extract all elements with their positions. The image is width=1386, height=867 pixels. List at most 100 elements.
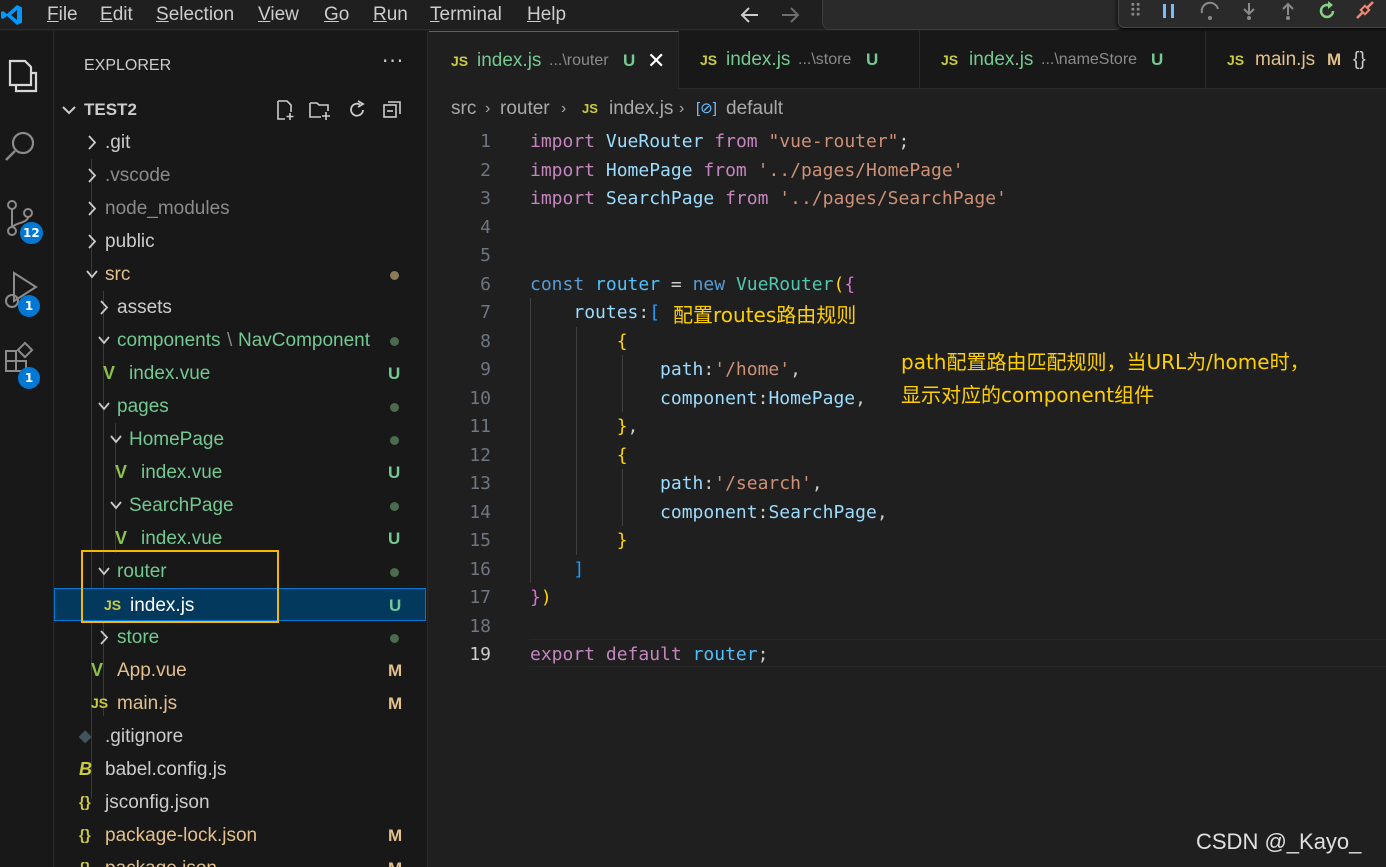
- tree-item-src[interactable]: src: [54, 258, 426, 291]
- drag-handle-icon[interactable]: ⠿: [1129, 1, 1142, 22]
- new-file-icon[interactable]: [274, 99, 296, 121]
- menu-edit[interactable]: Edit: [100, 4, 133, 26]
- code-line: const router = new VueRouter({: [530, 273, 856, 295]
- collapse-all-icon[interactable]: [381, 99, 403, 121]
- tree-item-git[interactable]: .git: [54, 126, 426, 159]
- menu-file[interactable]: File: [47, 4, 78, 26]
- tab-router-index[interactable]: JS index.js ...\router U ✕: [429, 31, 679, 89]
- menu-go[interactable]: Go: [324, 4, 349, 26]
- chevron-down-icon: [110, 501, 122, 510]
- tree-item-router[interactable]: router: [54, 555, 426, 588]
- javascript-icon: JS: [1227, 52, 1245, 68]
- tab-description: ...\nameStore: [1041, 51, 1138, 68]
- tree-item-index-vue[interactable]: Vindex.vue U: [54, 357, 426, 390]
- tab-store-index[interactable]: JS index.js ...\store U: [680, 31, 920, 89]
- line-number: 3: [480, 188, 491, 209]
- breadcrumb-file[interactable]: index.js: [609, 90, 673, 128]
- breadcrumb-symbol[interactable]: default: [726, 90, 783, 128]
- tree-item-babel-config-js[interactable]: Bbabel.config.js: [54, 753, 426, 786]
- back-arrow-icon[interactable]: [738, 4, 762, 26]
- tree-item-index-vue[interactable]: Vindex.vue U: [54, 456, 426, 489]
- tab-status: U: [623, 51, 636, 70]
- new-folder-icon[interactable]: [308, 99, 332, 121]
- code-line: import HomePage from '../pages/HomePage': [530, 159, 964, 181]
- tree-item-components[interactable]: components \ NavComponent: [54, 324, 426, 357]
- chevron-down-icon: [98, 402, 110, 411]
- tree-item-vscode[interactable]: .vscode: [54, 159, 426, 192]
- vue-file-icon: V: [115, 462, 128, 482]
- tree-item-label: jsconfig.json: [105, 792, 210, 813]
- tree-item-jsconfig-json[interactable]: {} jsconfig.json: [54, 786, 426, 819]
- git-status-badge: M: [388, 826, 403, 845]
- pause-icon[interactable]: [1159, 1, 1179, 21]
- tree-item-homepage[interactable]: HomePage: [54, 423, 426, 456]
- tree-item-pages[interactable]: pages: [54, 390, 426, 423]
- tree-item-index-vue[interactable]: Vindex.vue U: [54, 522, 426, 555]
- git-file-icon: ◆: [79, 728, 92, 745]
- line-number: 18: [469, 615, 491, 637]
- tree-item-app-vue[interactable]: V App.vue M: [54, 654, 426, 687]
- explorer-icon[interactable]: [0, 49, 54, 103]
- more-actions-icon[interactable]: ···: [382, 49, 404, 73]
- tree-item-label: pages: [117, 396, 169, 417]
- tab-label: index.js: [969, 49, 1034, 70]
- tree-item-gitignore[interactable]: ◆ .gitignore: [54, 720, 426, 753]
- modified-dot-icon: [390, 337, 399, 346]
- refresh-icon[interactable]: [346, 99, 368, 121]
- disconnect-icon[interactable]: [1354, 1, 1376, 21]
- run-debug-icon[interactable]: 1: [0, 265, 54, 319]
- tree-item-package-lock-json[interactable]: {} package-lock.json M: [54, 819, 426, 852]
- line-number: 13: [469, 473, 491, 494]
- code-line: },: [616, 416, 639, 437]
- tree-item-label: SearchPage: [129, 495, 234, 516]
- workspace-header[interactable]: TEST2: [54, 93, 426, 126]
- chevron-right-icon: [88, 168, 97, 183]
- tree-item-store[interactable]: store: [54, 621, 426, 654]
- tree-item-package-json[interactable]: {} package.json M: [54, 852, 426, 867]
- json-braces-icon: {}: [1353, 49, 1366, 70]
- menu-run[interactable]: Run: [373, 4, 408, 26]
- menu-help[interactable]: Help: [527, 4, 566, 26]
- code-line: export default router;: [530, 644, 769, 665]
- step-into-icon[interactable]: [1239, 1, 1259, 21]
- tab-namestore-index[interactable]: JS index.js ...\nameStore U: [921, 31, 1206, 89]
- tab-main-js[interactable]: JS main.js M {}: [1207, 31, 1386, 89]
- source-control-icon[interactable]: 12: [0, 191, 54, 245]
- menu-terminal[interactable]: Terminal: [430, 4, 502, 26]
- search-icon[interactable]: [0, 121, 54, 175]
- line-number: 6: [480, 273, 491, 295]
- tree-item-node-modules[interactable]: node_modules: [54, 192, 426, 225]
- tab-status: M: [1327, 50, 1342, 69]
- javascript-icon: JS: [700, 52, 718, 68]
- code-line: component:SearchPage,: [660, 501, 888, 523]
- path-annotation-line1: path配置路由匹配规则，当URL为/home时，: [901, 346, 1310, 375]
- modified-dot-icon: [390, 502, 399, 511]
- forward-arrow-icon[interactable]: [778, 4, 802, 26]
- line-number: 4: [480, 216, 491, 238]
- step-out-icon[interactable]: [1278, 1, 1298, 21]
- breadcrumb-router[interactable]: router: [500, 90, 550, 128]
- tree-item-public[interactable]: public: [54, 225, 426, 258]
- line-number: 2: [480, 159, 491, 181]
- tab-label: index.js: [726, 49, 791, 70]
- code-editor[interactable]: 1 2 3 4 5 6 7 8 9 10 11 12 13 14 15 16 17 18 19 import Vue…: [429, 128, 1386, 867]
- tree-item-index-js[interactable]: JS index.js U: [54, 588, 426, 621]
- line-number: 14: [469, 501, 491, 523]
- menu-view[interactable]: View: [258, 4, 299, 26]
- json-braces-icon: {}: [79, 794, 91, 811]
- chevron-right-icon: ›: [679, 100, 685, 117]
- tree-item-searchpage[interactable]: SearchPage: [54, 489, 426, 522]
- breadcrumb-src[interactable]: src: [451, 90, 476, 128]
- run-debug-badge: 1: [18, 295, 40, 317]
- tree-item-label: package-lock.json: [105, 825, 258, 846]
- command-center-search[interactable]: [822, 0, 1122, 30]
- restart-icon[interactable]: [1316, 0, 1338, 22]
- menu-selection[interactable]: Selection: [156, 4, 234, 26]
- tree-item-assets[interactable]: assets: [54, 291, 426, 324]
- javascript-icon: JS: [104, 597, 122, 613]
- explorer-sidebar: EXPLORER ··· TEST2 .git .vscode node_modul…: [54, 31, 428, 867]
- tree-item-main-js[interactable]: JS main.js M: [54, 687, 426, 720]
- step-over-icon[interactable]: [1199, 1, 1221, 21]
- extensions-icon[interactable]: 1: [0, 337, 54, 391]
- close-icon[interactable]: ✕: [647, 32, 665, 89]
